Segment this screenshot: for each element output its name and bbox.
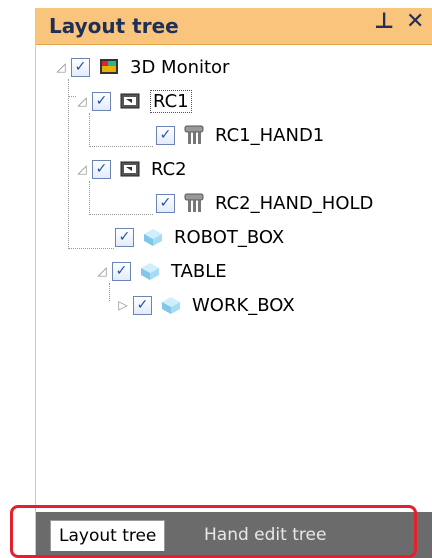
- tree-node-3d-monitor[interactable]: ◿ ✓ 3D Monitor: [54, 50, 229, 84]
- tree-node-table[interactable]: ◿ ✓ TABLE: [95, 254, 227, 288]
- panel-caption: Layout tree ⊥ ✕: [36, 8, 432, 45]
- collapse-arrow-icon[interactable]: ◿: [54, 60, 68, 74]
- node-checkbox[interactable]: ✓: [156, 125, 175, 145]
- tree-connector: [89, 146, 153, 147]
- node-label: RC1: [150, 89, 192, 113]
- tree-connector: [89, 214, 153, 215]
- node-checkbox[interactable]: ✓: [92, 159, 111, 179]
- tree-connector: [68, 79, 69, 247]
- box-icon: [160, 294, 182, 316]
- controller-icon: [119, 158, 141, 180]
- close-icon[interactable]: ✕: [406, 9, 424, 34]
- layout-tree: ◿ ✓ 3D Monitor ◿ ✓ RC1 ✓ RC1_HAND1 ◿ ✓ R…: [36, 45, 432, 513]
- node-checkbox[interactable]: ✓: [156, 193, 175, 213]
- tree-node-work-box[interactable]: ▷ ✓ WORK_BOX: [116, 288, 295, 322]
- tree-connector: [89, 113, 90, 147]
- box-icon: [142, 226, 164, 248]
- node-label: ROBOT_BOX: [174, 226, 285, 248]
- tab-bar: Layout tree Hand edit tree: [36, 512, 432, 558]
- tree-node-robot-box[interactable]: ✓ ROBOT_BOX: [115, 220, 284, 254]
- layout-tree-panel: Layout tree ⊥ ✕ ◿ ✓ 3D Monitor ◿ ✓ RC1 ✓…: [35, 8, 432, 558]
- panel-title: Layout tree: [49, 14, 179, 38]
- tree-node-rc1-hand1[interactable]: ✓ RC1_HAND1: [156, 118, 324, 152]
- node-checkbox[interactable]: ✓: [115, 227, 134, 247]
- expand-arrow-icon[interactable]: ▷: [116, 298, 130, 312]
- node-label: TABLE: [171, 260, 227, 282]
- node-label: RC2: [151, 158, 187, 180]
- hand-icon: [183, 192, 205, 214]
- collapse-arrow-icon[interactable]: ◿: [75, 162, 89, 176]
- node-label: WORK_BOX: [192, 294, 295, 316]
- node-checkbox[interactable]: ✓: [112, 261, 131, 281]
- pin-icon[interactable]: ⊥: [374, 9, 394, 34]
- tree-node-rc2-hand-hold[interactable]: ✓ RC2_HAND_HOLD: [156, 186, 373, 220]
- tab-hand-edit-tree[interactable]: Hand edit tree: [196, 520, 334, 550]
- monitor-icon: [98, 56, 120, 78]
- collapse-arrow-icon[interactable]: ◿: [95, 264, 109, 278]
- node-checkbox[interactable]: ✓: [71, 57, 90, 77]
- tab-layout-tree[interactable]: Layout tree: [50, 520, 166, 551]
- tree-node-rc1[interactable]: ◿ ✓ RC1: [75, 84, 192, 118]
- node-label: 3D Monitor: [130, 56, 230, 78]
- hand-icon: [183, 124, 205, 146]
- node-label: RC1_HAND1: [215, 124, 325, 146]
- box-icon: [139, 260, 161, 282]
- tree-node-rc2[interactable]: ◿ ✓ RC2: [75, 152, 187, 186]
- collapse-arrow-icon[interactable]: ◿: [75, 94, 89, 108]
- node-checkbox[interactable]: ✓: [133, 295, 152, 315]
- tree-connector: [89, 181, 90, 215]
- node-label: RC2_HAND_HOLD: [215, 192, 374, 214]
- controller-icon: [119, 90, 141, 112]
- node-checkbox[interactable]: ✓: [92, 91, 111, 111]
- tree-connector: [68, 248, 114, 249]
